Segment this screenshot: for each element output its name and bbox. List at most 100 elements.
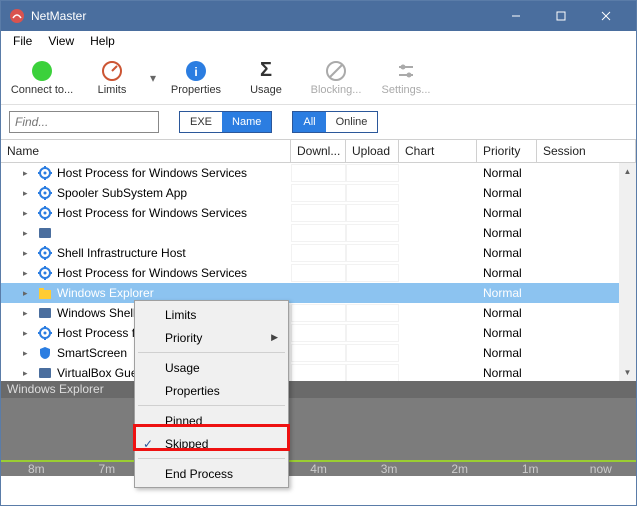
table-row[interactable]: ▸Host Process for Windows ServicesNormal	[1, 323, 636, 343]
name-cell: ▸ Windows Explorer	[1, 285, 291, 301]
upload-cell	[346, 264, 399, 282]
scroll-up-icon[interactable]: ▲	[619, 163, 636, 180]
col-priority[interactable]: Priority	[477, 140, 537, 162]
seg-all[interactable]: All	[293, 112, 325, 132]
exe-name-toggle[interactable]: EXE Name	[179, 111, 272, 133]
sigma-icon: Σ	[255, 60, 277, 82]
table-row[interactable]: ▸Shell Infrastructure HostNormal	[1, 243, 636, 263]
vertical-scrollbar[interactable]: ▲ ▼	[619, 163, 636, 381]
download-cell	[291, 364, 346, 381]
upload-cell	[346, 364, 399, 381]
seg-name[interactable]: Name	[222, 112, 271, 132]
download-cell	[291, 344, 346, 362]
upload-cell	[346, 344, 399, 362]
table-row[interactable]: ▸Windows Shell Experience HostNormal	[1, 303, 636, 323]
ctx-properties[interactable]: Properties	[137, 379, 286, 402]
ctx-separator	[138, 458, 285, 459]
ctx-pinned[interactable]: Pinned	[137, 409, 286, 432]
minimize-button[interactable]	[493, 1, 538, 31]
priority-cell: Normal	[477, 306, 537, 320]
find-input[interactable]	[9, 111, 159, 133]
sliders-icon	[395, 60, 417, 82]
priority-cell: Normal	[477, 286, 537, 300]
window-title: NetMaster	[31, 9, 493, 23]
tree-arrow-icon[interactable]: ▸	[23, 268, 33, 279]
window-icon	[37, 365, 53, 381]
menu-file[interactable]: File	[5, 32, 40, 50]
blocking-button[interactable]: Blocking...	[301, 53, 371, 103]
tree-arrow-icon[interactable]: ▸	[23, 208, 33, 219]
ctx-end-process[interactable]: End Process	[137, 462, 286, 485]
checkmark-icon: ✓	[143, 437, 153, 451]
process-name: Host Process for Windows Services	[57, 166, 247, 180]
gear-icon	[37, 205, 53, 221]
settings-button[interactable]: Settings...	[371, 53, 441, 103]
svg-text:i: i	[194, 65, 197, 79]
download-cell	[291, 304, 346, 322]
col-session[interactable]: Session	[537, 140, 636, 162]
close-button[interactable]	[583, 1, 628, 31]
limits-button[interactable]: Limits	[77, 53, 147, 103]
limits-dropdown-arrow[interactable]: ▾	[147, 71, 159, 85]
tree-arrow-icon[interactable]: ▸	[23, 368, 33, 379]
col-download[interactable]: Downl...	[291, 140, 346, 162]
ctx-skipped[interactable]: ✓Skipped	[137, 432, 286, 455]
tree-arrow-icon[interactable]: ▸	[23, 228, 33, 239]
menubar: File View Help	[1, 31, 636, 51]
table-row[interactable]: ▸Host Process for Windows ServicesNormal	[1, 203, 636, 223]
maximize-button[interactable]	[538, 1, 583, 31]
chart-tick-label: 4m	[283, 462, 354, 476]
tree-arrow-icon[interactable]: ▸	[23, 168, 33, 179]
usage-button[interactable]: Σ Usage	[231, 53, 301, 103]
properties-button[interactable]: i Properties	[161, 53, 231, 103]
process-name: Windows Explorer	[57, 286, 154, 300]
tree-arrow-icon[interactable]: ▸	[23, 308, 33, 319]
col-chart[interactable]: Chart	[399, 140, 477, 162]
chart-area: 8m7m6m5m4m3m2m1mnow	[1, 398, 636, 476]
tree-arrow-icon[interactable]: ▸	[23, 188, 33, 199]
scroll-down-icon[interactable]: ▼	[619, 364, 636, 381]
status-bar: Windows Explorer	[1, 381, 636, 398]
tree-arrow-icon[interactable]: ▸	[23, 288, 33, 299]
menu-help[interactable]: Help	[82, 32, 123, 50]
filter-bar: EXE Name All Online	[1, 105, 636, 139]
col-upload[interactable]: Upload	[346, 140, 399, 162]
info-icon: i	[185, 60, 207, 82]
all-online-toggle[interactable]: All Online	[292, 111, 378, 133]
table-row[interactable]: ▸Host Process for Windows ServicesNormal	[1, 263, 636, 283]
upload-cell	[346, 184, 399, 202]
ctx-priority[interactable]: Priority▶	[137, 326, 286, 349]
seg-exe[interactable]: EXE	[180, 112, 222, 132]
name-cell: ▸	[1, 225, 291, 241]
table-row[interactable]: ▸SmartScreenNormal	[1, 343, 636, 363]
shield-icon	[37, 345, 53, 361]
scroll-track[interactable]	[619, 180, 636, 364]
table-row[interactable]: ▸Host Process for Windows ServicesNormal	[1, 163, 636, 183]
download-cell	[291, 324, 346, 342]
table-row[interactable]: ▸VirtualBox Guest AdditionsNormal	[1, 363, 636, 381]
chart-tick-label: 2m	[424, 462, 495, 476]
table-row[interactable]: ▸Spooler SubSystem AppNormal	[1, 183, 636, 203]
priority-cell: Normal	[477, 206, 537, 220]
upload-cell	[346, 224, 399, 242]
ctx-limits[interactable]: Limits	[137, 303, 286, 326]
gear-icon	[37, 265, 53, 281]
upload-cell	[346, 244, 399, 262]
priority-cell: Normal	[477, 326, 537, 340]
chart-tick-label: 7m	[72, 462, 143, 476]
gear-icon	[37, 185, 53, 201]
ctx-separator	[138, 405, 285, 406]
tree-arrow-icon[interactable]: ▸	[23, 248, 33, 259]
connect-button[interactable]: Connect to...	[7, 53, 77, 103]
tree-arrow-icon[interactable]: ▸	[23, 328, 33, 339]
window-icon	[37, 305, 53, 321]
chevron-right-icon: ▶	[271, 332, 278, 343]
ctx-usage[interactable]: Usage	[137, 356, 286, 379]
download-cell	[291, 184, 346, 202]
menu-view[interactable]: View	[40, 32, 82, 50]
seg-online[interactable]: Online	[326, 112, 378, 132]
table-row[interactable]: ▸Normal	[1, 223, 636, 243]
table-row[interactable]: ▸ Windows Explorer Normal	[1, 283, 636, 303]
tree-arrow-icon[interactable]: ▸	[23, 348, 33, 359]
col-name[interactable]: Name	[1, 140, 291, 162]
